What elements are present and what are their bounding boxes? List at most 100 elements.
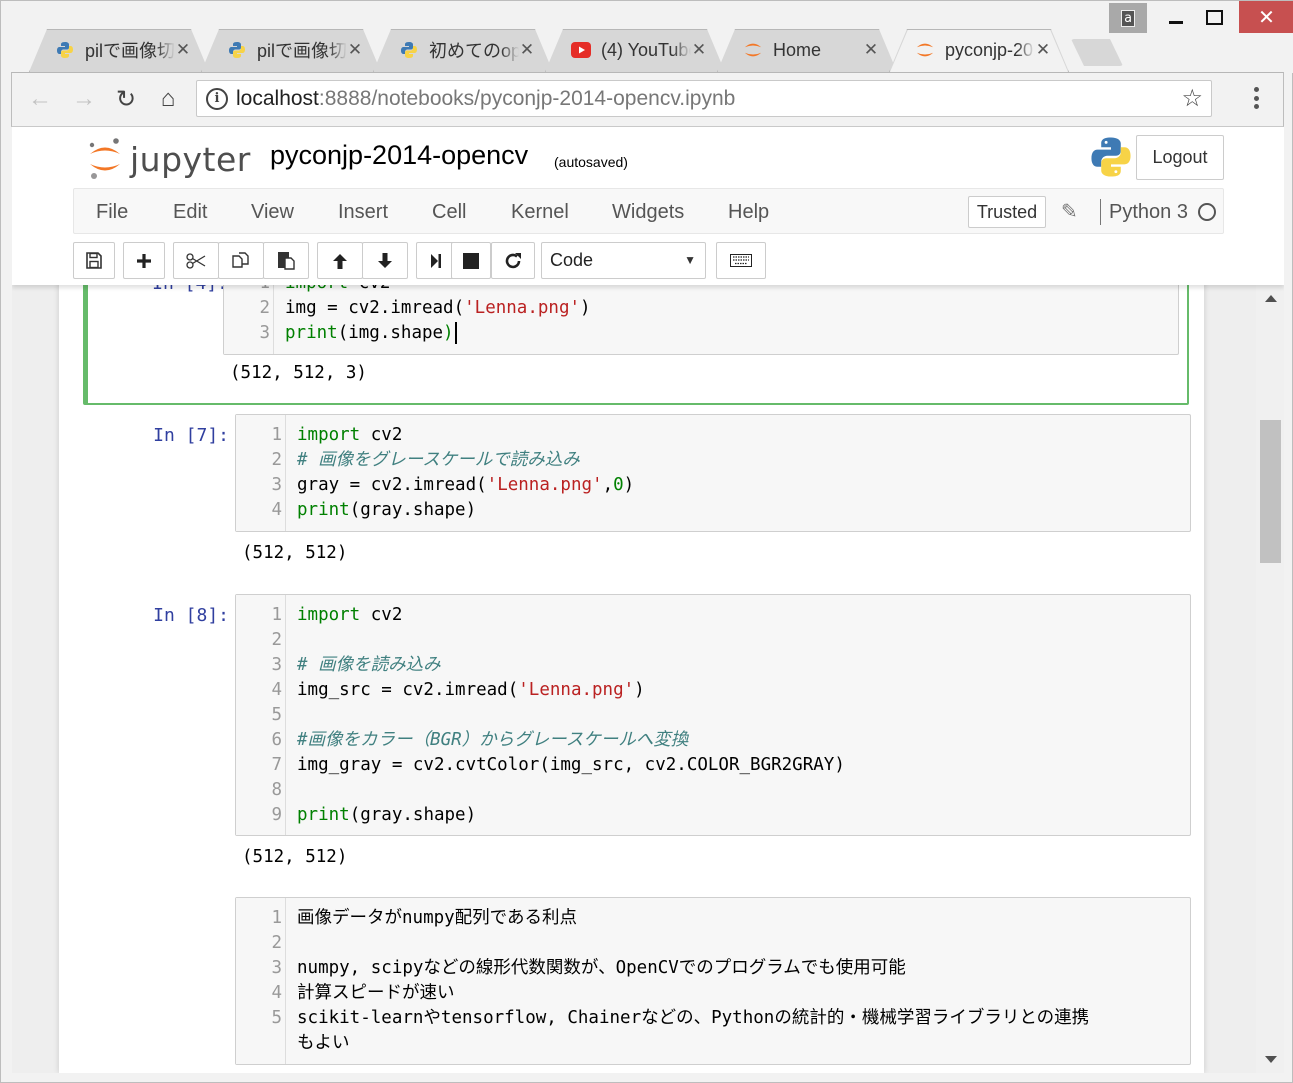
plus-icon — [136, 253, 152, 269]
cell-output: (512, 512, 3) — [230, 363, 367, 383]
python-icon — [55, 40, 75, 60]
markdown-line: numpy, scipyなどの線形代数関数が、OpenCVでのプログラムでも使用… — [297, 958, 906, 978]
menu-file[interactable]: File — [96, 189, 128, 235]
menu-help[interactable]: Help — [728, 189, 769, 235]
minimize-button[interactable] — [1157, 1, 1195, 33]
menu-kernel[interactable]: Kernel — [511, 189, 569, 235]
move-down-button[interactable] — [362, 242, 408, 279]
tab-title: Home — [773, 39, 822, 60]
maximize-button[interactable] — [1195, 1, 1233, 33]
notebook-menubar: File Edit View Insert Cell Kernel Widget… — [73, 188, 1224, 234]
close-window-button[interactable]: ✕ — [1239, 1, 1293, 33]
command-palette-button[interactable] — [716, 242, 766, 279]
autosave-status: (autosaved) — [554, 154, 628, 170]
close-tab-icon[interactable]: ✕ — [1035, 40, 1051, 60]
url-text: localhost:8888/notebooks/pyconjp-2014-op… — [236, 86, 736, 110]
browser-tab-active[interactable]: pyconjp-2014-opencv ✕ — [889, 29, 1069, 72]
logout-button[interactable]: Logout — [1136, 135, 1224, 180]
browser-menu-icon[interactable] — [1248, 83, 1264, 113]
code-cell[interactable]: In [7]: 1 import cv2 2 # 画像をグレースケールで読み込み 3… — [83, 414, 1191, 574]
tab-title: pilで画像切り出し — [85, 41, 175, 61]
back-arrow-icon[interactable]: ← — [26, 85, 54, 113]
text-cursor — [454, 322, 457, 344]
browser-tab[interactable]: pilで画像切り出し ✕ — [201, 29, 381, 72]
restart-kernel-button[interactable] — [491, 242, 535, 279]
info-icon[interactable]: i — [206, 87, 228, 110]
close-tab-icon[interactable]: ✕ — [347, 40, 363, 60]
code-line: img = cv2.imread('Lenna.png') — [285, 298, 591, 318]
keyboard-icon — [730, 254, 752, 267]
tab-strip: a ✕ pilで画像切り出し ✕ pilで画像切り出し ✕ — [1, 1, 1293, 73]
browser-tab[interactable]: Home ✕ — [717, 29, 897, 72]
code-editor[interactable]: 1 import cv2 2 3 # 画像を読み込み 4 img_src = cv2.… — [235, 594, 1191, 836]
scroll-down-arrow-icon[interactable] — [1265, 1056, 1277, 1063]
browser-tab[interactable]: pilで画像切り出し ✕ — [29, 29, 209, 72]
bookmark-star-icon[interactable]: ☆ — [1181, 84, 1203, 113]
python-icon — [227, 40, 247, 60]
close-tab-icon[interactable]: ✕ — [863, 40, 879, 60]
code-line: print(gray.shape) — [297, 500, 477, 520]
tab-title: pilで画像切り出し — [257, 41, 347, 61]
dropdown-caret-icon: ▼ — [684, 253, 696, 267]
menu-cell[interactable]: Cell — [432, 189, 466, 235]
insert-cell-button[interactable] — [123, 242, 165, 279]
paste-button[interactable] — [263, 242, 309, 279]
markdown-editor[interactable]: 1 画像データがnumpy配列である利点 2 3 numpy, scipyなどの線形… — [235, 897, 1191, 1065]
menu-widgets[interactable]: Widgets — [612, 189, 684, 235]
trusted-indicator[interactable]: Trusted — [968, 196, 1046, 228]
scroll-up-arrow-icon[interactable] — [1265, 295, 1277, 302]
input-prompt: In [7]: — [153, 425, 229, 446]
markdown-line: 画像データがnumpy配列である利点 — [297, 908, 578, 928]
scrollbar-thumb[interactable] — [1260, 420, 1281, 563]
page-viewport: In [4]: 1import cv2 2img = cv2.imread('L… — [12, 127, 1284, 1073]
new-tab-button[interactable] — [1071, 39, 1123, 66]
jupyter-logo-icon — [86, 137, 126, 181]
browser-tab[interactable]: (4) YouTube ✕ — [545, 29, 725, 72]
code-editor[interactable]: 1 import cv2 2 # 画像をグレースケールで読み込み 3 gray = c… — [235, 414, 1191, 532]
save-button[interactable] — [73, 242, 115, 279]
vertical-scrollbar[interactable] — [1256, 285, 1284, 1073]
code-line: print(img.shape) — [285, 321, 457, 346]
close-tab-icon[interactable]: ✕ — [519, 40, 535, 60]
input-prompt: In [8]: — [153, 605, 229, 626]
scissors-icon — [186, 252, 206, 269]
code-comment: #画像をカラー（BGR）からグレースケールへ変換 — [297, 730, 689, 750]
markdown-cell[interactable]: 1 画像データがnumpy配列である利点 2 3 numpy, scipyなどの線形… — [83, 897, 1191, 1073]
home-icon[interactable]: ⌂ — [154, 85, 182, 113]
browser-window: a ✕ pilで画像切り出し ✕ pilで画像切り出し ✕ — [0, 0, 1293, 1083]
python-icon — [399, 40, 419, 60]
cell-output: (512, 512) — [242, 543, 348, 563]
code-line: import cv2 — [297, 605, 403, 625]
reload-icon[interactable]: ↻ — [112, 85, 140, 114]
copy-button[interactable] — [218, 242, 264, 279]
browser-toolbar: ← → ↻ ⌂ i localhost:8888/notebooks/pycon… — [11, 72, 1284, 127]
arrow-up-icon — [332, 252, 348, 270]
python-logo-icon — [1089, 135, 1133, 179]
markdown-line: もよい — [297, 1033, 350, 1053]
cut-button[interactable] — [173, 242, 219, 279]
code-line: gray = cv2.imread('Lenna.png',0) — [297, 475, 635, 495]
refresh-icon — [504, 252, 522, 270]
notebook-name[interactable]: pyconjp-2014-opencv — [270, 140, 528, 171]
window-controls: a ✕ — [1109, 1, 1293, 34]
browser-tab[interactable]: 初めてのopencv ✕ — [373, 29, 553, 72]
menu-insert[interactable]: Insert — [338, 189, 388, 235]
forward-arrow-icon[interactable]: → — [70, 85, 98, 113]
menu-edit[interactable]: Edit — [173, 189, 207, 235]
menu-view[interactable]: View — [251, 189, 294, 235]
tab-title: pyconjp-2014-opencv — [945, 39, 1035, 60]
cell-type-select[interactable]: Code ▼ — [541, 242, 706, 279]
address-bar[interactable]: i localhost:8888/notebooks/pyconjp-2014-… — [196, 80, 1212, 117]
code-line: print(gray.shape) — [297, 805, 477, 825]
jupyter-icon — [915, 40, 935, 60]
close-tab-icon[interactable]: ✕ — [691, 40, 707, 60]
code-cell[interactable]: In [8]: 1 import cv2 2 3 # 画像を読み込み 4 img_sr… — [83, 594, 1191, 884]
close-tab-icon[interactable]: ✕ — [175, 40, 191, 60]
run-cell-button[interactable] — [416, 242, 456, 279]
move-up-button[interactable] — [317, 242, 363, 279]
jupyter-logo[interactable]: jupyter — [86, 135, 250, 183]
floppy-disk-icon — [86, 252, 102, 269]
interrupt-kernel-button[interactable] — [451, 242, 491, 279]
profile-badge[interactable]: a — [1109, 3, 1147, 33]
kernel-name[interactable]: Python 3 — [1109, 189, 1188, 235]
